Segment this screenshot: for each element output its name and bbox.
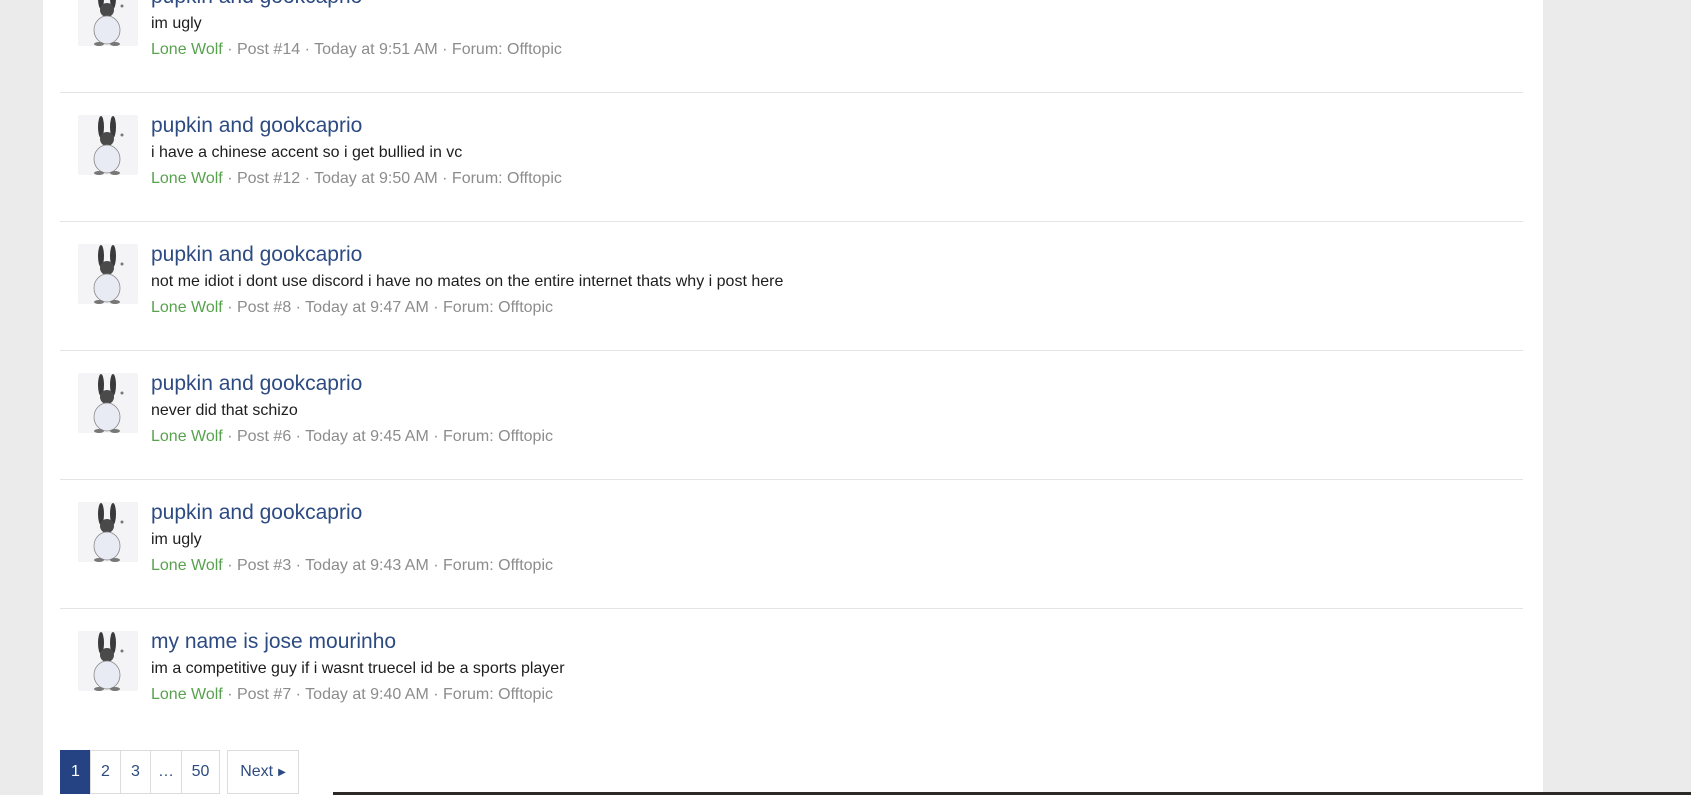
forum-link[interactable]: Forum: Offtopic — [443, 299, 553, 316]
meta-separator: · — [222, 557, 237, 574]
meta-separator: · — [428, 299, 444, 316]
username-link[interactable]: Lone Wolf — [151, 170, 223, 187]
meta-separator: · — [300, 170, 315, 187]
post-number: Post #6 — [236, 428, 292, 445]
post-meta: Lone Wolf · Post #12 · Today at 9:50 AM … — [151, 169, 562, 189]
thread-title-link[interactable]: pupkin and gookcaprio — [151, 242, 362, 268]
thread-title-link[interactable]: pupkin and gookcaprio — [151, 0, 362, 10]
meta-separator: · — [222, 299, 237, 316]
username-link[interactable]: Lone Wolf — [151, 299, 223, 316]
list-item: pupkin and gookcaprio not me idiot i don… — [60, 221, 1523, 351]
meta-separator: · — [428, 428, 444, 445]
meta-separator: · — [291, 557, 306, 574]
forum-link[interactable]: Forum: Offtopic — [443, 686, 553, 703]
username-link[interactable]: Lone Wolf — [151, 557, 223, 574]
meta-separator: · — [222, 41, 237, 58]
next-page-button[interactable]: Next ▶ — [227, 750, 299, 794]
rabbit-avatar-icon[interactable] — [78, 502, 138, 562]
post-time: Today at 9:47 AM — [305, 299, 429, 316]
meta-separator: · — [222, 170, 237, 187]
post-snippet: im ugly — [151, 531, 202, 548]
username-link[interactable]: Lone Wolf — [151, 428, 223, 445]
post-snippet: never did that schizo — [151, 402, 298, 419]
post-meta: Lone Wolf · Post #3 · Today at 9:43 AM ·… — [151, 556, 553, 576]
post-time: Today at 9:40 AM — [305, 686, 429, 703]
rabbit-avatar-icon[interactable] — [78, 0, 138, 46]
thread-title-link[interactable]: pupkin and gookcaprio — [151, 113, 362, 139]
post-number: Post #3 — [236, 557, 292, 574]
rabbit-avatar-icon[interactable] — [78, 244, 138, 304]
post-number: Post #8 — [236, 299, 292, 316]
forum-link[interactable]: Forum: Offtopic — [443, 557, 553, 574]
meta-separator: · — [437, 41, 452, 58]
page-link[interactable]: 2 — [90, 750, 121, 794]
meta-separator: · — [428, 686, 444, 703]
post-time: Today at 9:50 AM — [314, 170, 438, 187]
post-meta: Lone Wolf · Post #6 · Today at 9:45 AM ·… — [151, 427, 553, 447]
post-number: Post #7 — [236, 686, 292, 703]
meta-separator: · — [300, 41, 315, 58]
meta-separator: · — [428, 557, 444, 574]
thread-title-link[interactable]: pupkin and gookcaprio — [151, 500, 362, 526]
caret-right-icon: ▶ — [278, 766, 286, 778]
list-item: my name is jose mourinho im a competitiv… — [60, 608, 1523, 737]
post-time: Today at 9:43 AM — [305, 557, 429, 574]
rabbit-avatar-icon[interactable] — [78, 115, 138, 175]
post-time: Today at 9:45 AM — [305, 428, 429, 445]
post-meta: Lone Wolf · Post #7 · Today at 9:40 AM ·… — [151, 685, 553, 705]
forum-link[interactable]: Forum: Offtopic — [452, 41, 562, 58]
page-link[interactable]: 3 — [120, 750, 151, 794]
meta-separator: · — [291, 299, 306, 316]
post-snippet: not me idiot i dont use discord i have n… — [151, 273, 784, 290]
post-meta: Lone Wolf · Post #8 · Today at 9:47 AM ·… — [151, 298, 553, 318]
meta-separator: · — [291, 428, 306, 445]
username-link[interactable]: Lone Wolf — [151, 41, 223, 58]
meta-separator: · — [437, 170, 452, 187]
forum-link[interactable]: Forum: Offtopic — [452, 170, 562, 187]
meta-separator: · — [291, 686, 306, 703]
list-item: pupkin and gookcaprio im ugly Lone Wolf … — [60, 0, 1523, 93]
post-number: Post #14 — [236, 41, 301, 58]
meta-separator: · — [222, 686, 237, 703]
list-item: pupkin and gookcaprio i have a chinese a… — [60, 92, 1523, 222]
post-meta: Lone Wolf · Post #14 · Today at 9:51 AM … — [151, 40, 562, 60]
rabbit-avatar-icon[interactable] — [78, 373, 138, 433]
post-snippet: i have a chinese accent so i get bullied… — [151, 144, 463, 161]
username-link[interactable]: Lone Wolf — [151, 686, 223, 703]
post-snippet: im ugly — [151, 15, 202, 32]
meta-separator: · — [222, 428, 237, 445]
search-results-panel: pupkin and gookcaprio im ugly Lone Wolf … — [43, 0, 1543, 795]
post-snippet: im a competitive guy if i wasnt truecel … — [151, 660, 565, 677]
thread-title-link[interactable]: my name is jose mourinho — [151, 629, 396, 655]
next-page-label: Next — [240, 763, 274, 780]
rabbit-avatar-icon[interactable] — [78, 631, 138, 691]
post-time: Today at 9:51 AM — [314, 41, 438, 58]
list-item: pupkin and gookcaprio im ugly Lone Wolf … — [60, 479, 1523, 609]
thread-title-link[interactable]: pupkin and gookcaprio — [151, 371, 362, 397]
page-link-current[interactable]: 1 — [60, 750, 91, 794]
list-item: pupkin and gookcaprio never did that sch… — [60, 350, 1523, 480]
page-ellipsis: … — [150, 750, 182, 794]
post-number: Post #12 — [236, 170, 301, 187]
forum-link[interactable]: Forum: Offtopic — [443, 428, 553, 445]
page-link[interactable]: 50 — [181, 750, 220, 794]
